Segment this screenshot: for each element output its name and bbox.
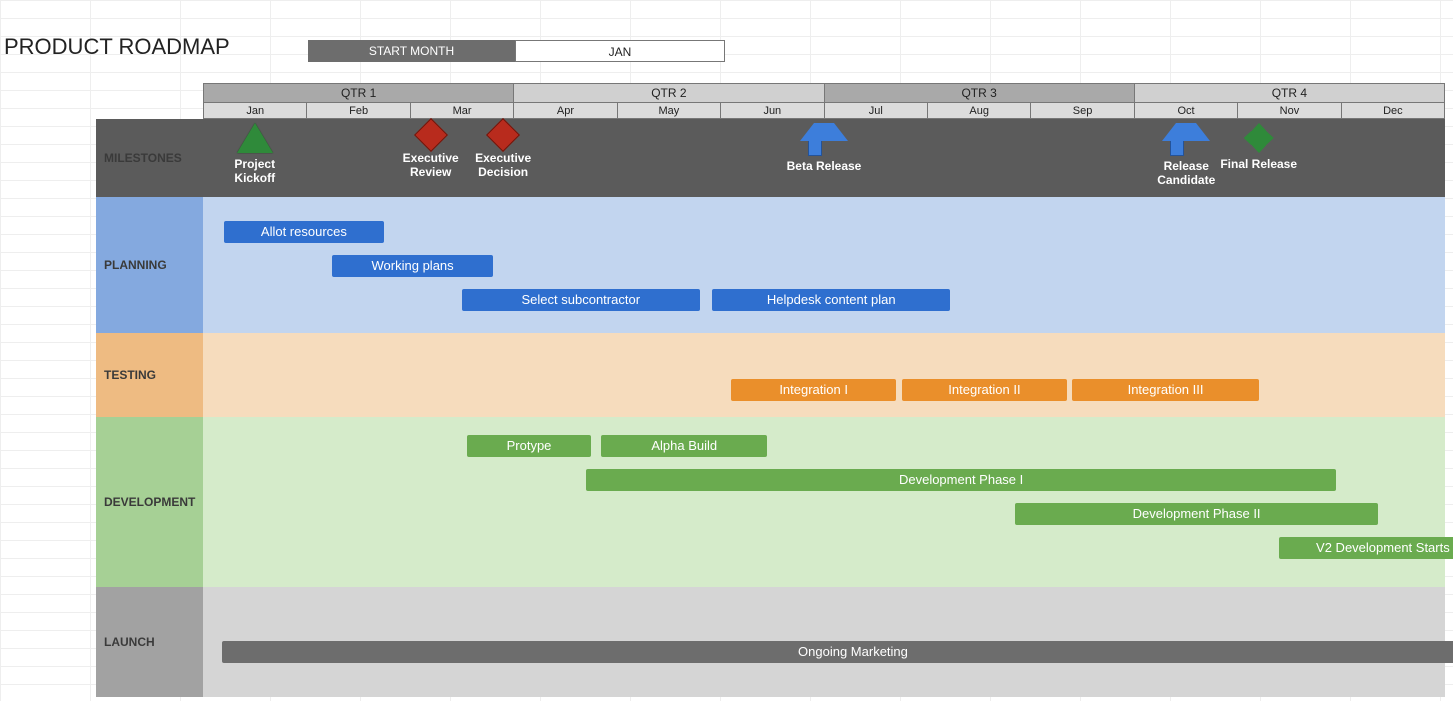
task-bar[interactable]: Select subcontractor [462, 289, 700, 311]
lane-planning: Allot resources Working plans Select subco… [203, 197, 1445, 333]
arrow-icon [1162, 123, 1210, 141]
month-cell: Jan [204, 103, 307, 118]
quarter-header-row: QTR 1QTR 2QTR 3QTR 4 [203, 83, 1445, 103]
lane-label-planning: PLANNING [96, 197, 203, 333]
task-bar[interactable]: Helpdesk content plan [712, 289, 950, 311]
milestone: Beta Release [779, 123, 869, 173]
start-month-label: START MONTH [308, 40, 515, 62]
task-bar[interactable]: Integration I [731, 379, 897, 401]
diamond-icon [486, 118, 520, 152]
task-bar[interactable]: Ongoing Marketing [222, 641, 1453, 663]
lane-testing: Integration IIntegration IIIntegration I… [203, 333, 1445, 417]
month-cell: Jul [825, 103, 928, 118]
milestone: Final Release [1214, 123, 1304, 171]
month-cell: Sep [1031, 103, 1134, 118]
month-cell: Feb [307, 103, 410, 118]
arrow-icon [800, 123, 848, 141]
lane-label-milestones: MILESTONES [96, 119, 203, 197]
lane-launch: Ongoing Marketing [203, 587, 1445, 697]
month-cell: Nov [1238, 103, 1341, 118]
start-month-input[interactable]: JAN [515, 40, 725, 62]
month-cell: May [618, 103, 721, 118]
task-bar[interactable]: Integration III [1072, 379, 1258, 401]
task-bar[interactable]: Alpha Build [601, 435, 767, 457]
milestone: ExecutiveDecision [458, 123, 548, 179]
task-bar[interactable]: Protype [467, 435, 591, 457]
page-title: PRODUCT ROADMAP [4, 34, 230, 60]
month-header-row: JanFebMarAprMayJunJulAugSepOctNovDec [203, 103, 1445, 119]
quarter-cell: QTR 2 [514, 84, 824, 102]
star4-icon [1244, 123, 1274, 153]
month-cell: Aug [928, 103, 1031, 118]
lane-development: Protype Alpha Build Development Phase I Dev… [203, 417, 1445, 587]
task-bar[interactable]: V2 Development Starts [1279, 537, 1453, 559]
diamond-icon [414, 118, 448, 152]
lane-label-testing: TESTING [96, 333, 203, 417]
task-bar[interactable]: Allot resources [224, 221, 384, 243]
quarter-cell: QTR 3 [825, 84, 1135, 102]
month-cell: Mar [411, 103, 514, 118]
lanes-area: ProjectKickoffExecutiveReviewExecutiveDe… [203, 119, 1445, 697]
month-cell: Apr [514, 103, 617, 118]
lane-milestones: ProjectKickoffExecutiveReviewExecutiveDe… [203, 119, 1445, 197]
timeline: QTR 1QTR 2QTR 3QTR 4 JanFebMarAprMayJunJ… [203, 83, 1445, 697]
milestone-label: Beta Release [779, 159, 869, 173]
quarter-cell: QTR 4 [1135, 84, 1445, 102]
month-cell: Jun [721, 103, 824, 118]
milestone-label: ProjectKickoff [210, 157, 300, 185]
task-bar[interactable]: Working plans [332, 255, 492, 277]
task-bar[interactable]: Development Phase I [586, 469, 1336, 491]
milestone: ProjectKickoff [210, 123, 300, 185]
milestone-label: ExecutiveDecision [458, 151, 548, 179]
milestone-label: Final Release [1214, 157, 1304, 171]
task-bar[interactable]: Development Phase II [1015, 503, 1377, 525]
lane-label-launch: LAUNCH [96, 587, 203, 697]
month-cell: Dec [1342, 103, 1445, 118]
month-cell: Oct [1135, 103, 1238, 118]
task-bar[interactable]: Integration II [902, 379, 1068, 401]
quarter-cell: QTR 1 [204, 84, 514, 102]
lane-label-development: DEVELOPMENT [96, 417, 203, 587]
triangle-icon [237, 123, 273, 153]
